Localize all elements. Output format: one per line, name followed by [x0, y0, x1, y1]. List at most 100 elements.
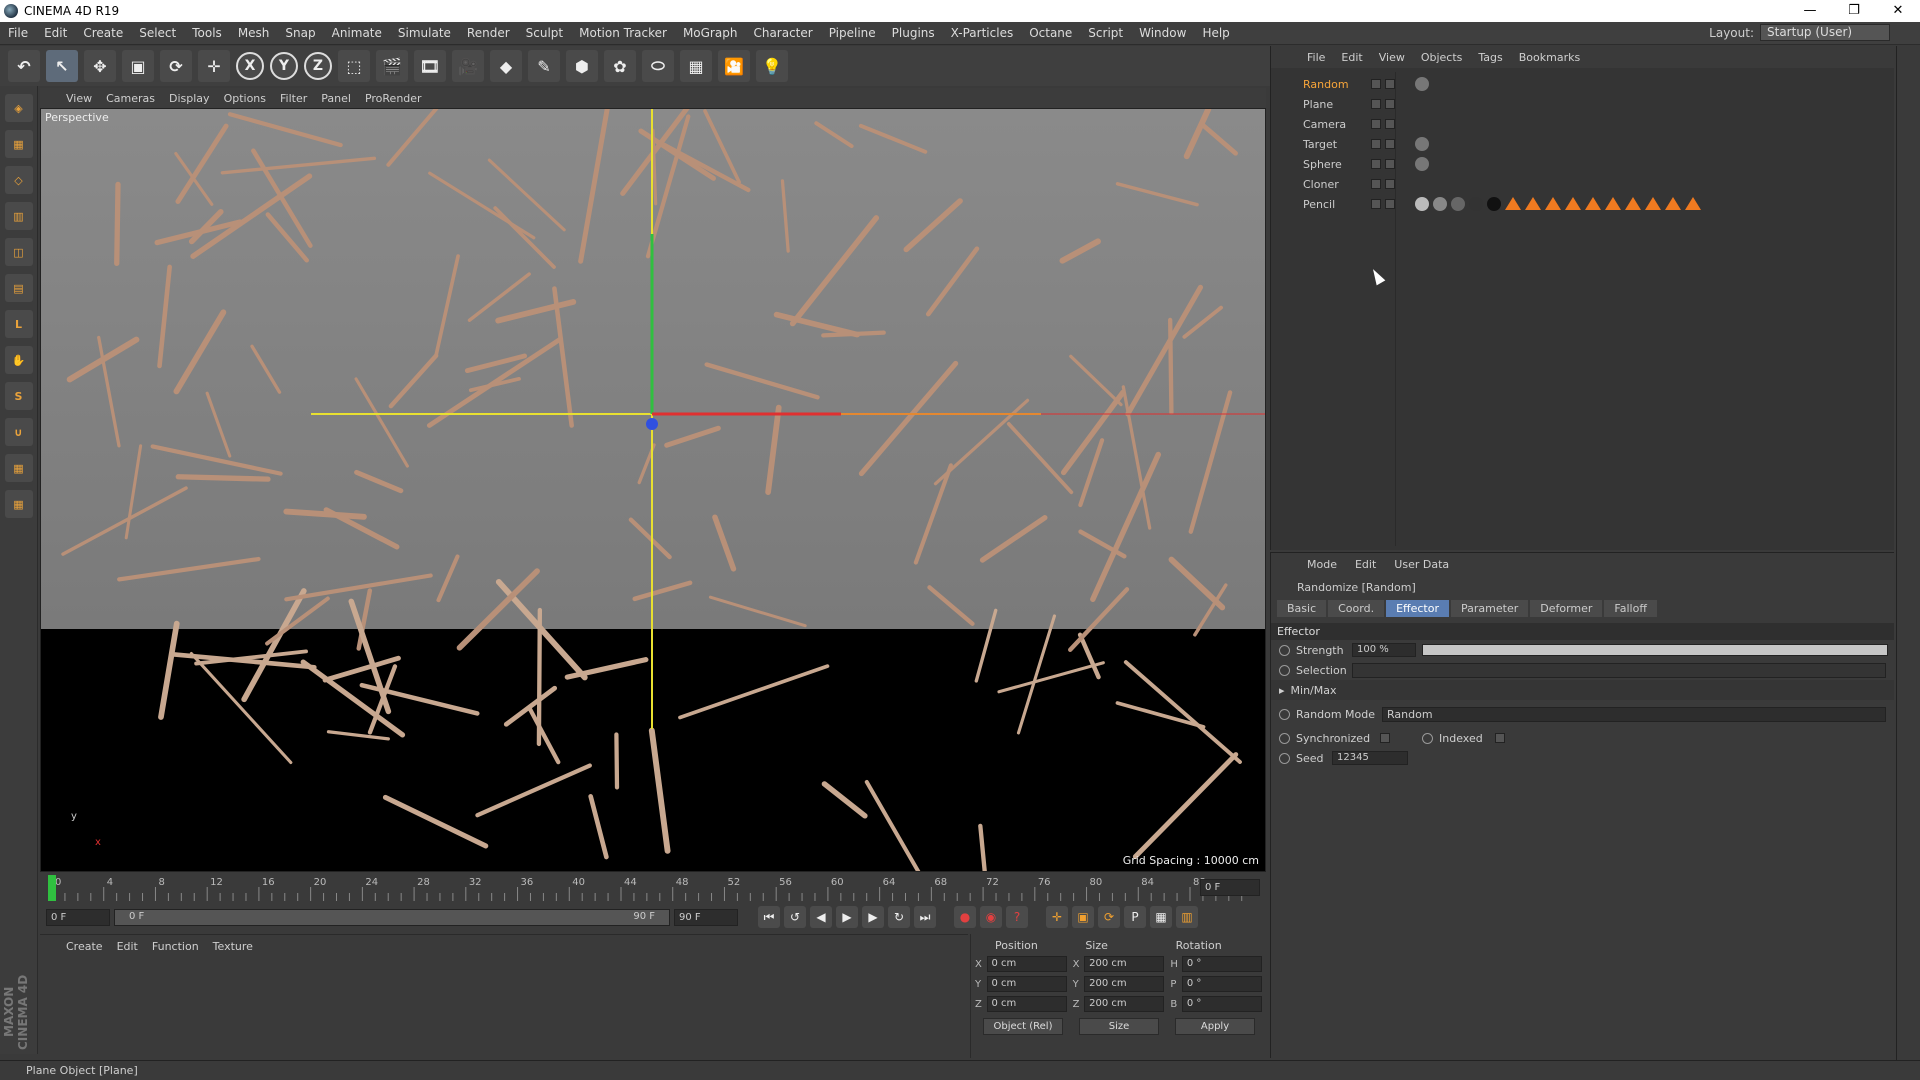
menu-motion-tracker[interactable]: Motion Tracker [571, 26, 675, 40]
object-name[interactable]: Plane [1275, 98, 1371, 111]
editor-visibility-icon[interactable] [1371, 79, 1381, 89]
rotation-field[interactable]: 0 ° [1181, 956, 1262, 972]
z-axis-lock-icon[interactable]: Z [304, 52, 332, 80]
solo-icon[interactable]: ▦ [4, 490, 33, 518]
attribute-menu-mode[interactable]: Mode [1307, 558, 1337, 571]
menu-snap[interactable]: Snap [277, 26, 323, 40]
position-field[interactable]: 0 cm [986, 996, 1067, 1012]
edges-mode-icon[interactable]: ◫ [4, 238, 33, 266]
object-row-sphere[interactable]: Sphere [1275, 154, 1875, 174]
z-axis-handle[interactable] [646, 418, 658, 430]
object-menu-file[interactable]: File [1307, 51, 1325, 64]
menu-help[interactable]: Help [1194, 26, 1237, 40]
close-button[interactable]: ✕ [1876, 0, 1920, 22]
viewport[interactable]: yx Perspective Grid Spacing : 10000 cm [40, 108, 1266, 872]
tweak-icon[interactable]: ✋ [4, 346, 33, 374]
floor-icon[interactable]: ▦ [680, 50, 712, 82]
selection-tag-icon[interactable] [1625, 197, 1641, 210]
menu-create[interactable]: Create [75, 26, 131, 40]
render-visibility-icon[interactable] [1385, 199, 1395, 209]
object-row-camera[interactable]: Camera [1275, 114, 1875, 134]
seed-animate-icon[interactable] [1279, 752, 1290, 764]
select-icon[interactable]: ↖ [46, 50, 78, 82]
random-mode-animate-icon[interactable] [1279, 708, 1290, 720]
tab-coord[interactable]: Coord. [1328, 600, 1385, 617]
apply-button[interactable]: Apply [1175, 1018, 1255, 1035]
selection-tag-icon[interactable] [1565, 197, 1581, 210]
go-to-start-button[interactable]: ⏮ [758, 906, 780, 928]
keyframe-selection-button[interactable]: ? [1006, 906, 1028, 928]
synchronized-checkbox[interactable] [1380, 733, 1390, 743]
polygons-mode-icon[interactable]: ▤ [4, 274, 33, 302]
menu-select[interactable]: Select [131, 26, 184, 40]
timeline[interactable]: 0 4 8 12 16 20 24 28 32 36 40 44 48 52 56 60 64 68 72 76 80 8… [40, 873, 1266, 903]
menu-plugins[interactable]: Plugins [884, 26, 943, 40]
deformer-icon[interactable]: ⬭ [642, 50, 674, 82]
playhead[interactable] [48, 875, 56, 901]
viewport-menu-filter[interactable]: Filter [280, 92, 307, 105]
timeline-ruler[interactable]: 0 4 8 12 16 20 24 28 32 36 40 44 48 52 56 60 64 68 72 76 80 8… [40, 873, 1266, 903]
object-name[interactable]: Pencil [1275, 198, 1371, 211]
menu-simulate[interactable]: Simulate [390, 26, 459, 40]
menu-octane[interactable]: Octane [1021, 26, 1080, 40]
size-field[interactable]: 200 cm [1084, 956, 1165, 972]
strength-slider[interactable] [1422, 644, 1888, 656]
menu-window[interactable]: Window [1131, 26, 1194, 40]
light-icon[interactable]: 💡 [756, 50, 788, 82]
selection-tag-icon[interactable] [1525, 197, 1541, 210]
menu-edit[interactable]: Edit [36, 26, 75, 40]
start-frame-field[interactable]: 0 F [46, 908, 110, 926]
selection-tag-icon[interactable] [1505, 197, 1521, 210]
object-menu-edit[interactable]: Edit [1341, 51, 1362, 64]
scale-key-button[interactable]: ▣ [1072, 906, 1094, 928]
move-icon[interactable]: ✥ [84, 50, 116, 82]
object-menu-bookmarks[interactable]: Bookmarks [1519, 51, 1580, 64]
object-row-random[interactable]: Random [1275, 74, 1875, 94]
viewport-menu-view[interactable]: View [66, 92, 92, 105]
selection-field[interactable] [1352, 662, 1886, 678]
visibility-flags[interactable] [1371, 79, 1407, 89]
undo-icon[interactable]: ↶ [8, 50, 40, 82]
move-key-button[interactable]: ✛ [1046, 906, 1068, 928]
selection-animate-icon[interactable] [1279, 664, 1290, 676]
cloner-icon[interactable]: ✿ [604, 50, 636, 82]
object-name[interactable]: Sphere [1275, 158, 1371, 171]
position-field[interactable]: 0 cm [986, 976, 1067, 992]
selection-tag-icon[interactable] [1605, 197, 1621, 210]
object-name[interactable]: Random [1275, 78, 1371, 91]
right-panel-tabs[interactable] [1896, 46, 1920, 1060]
viewport-menu-options[interactable]: Options [224, 92, 266, 105]
visibility-flags[interactable] [1371, 139, 1407, 149]
menu-mesh[interactable]: Mesh [230, 26, 278, 40]
render-view-icon[interactable]: 🎬 [376, 50, 408, 82]
selection-tag-icon[interactable] [1685, 197, 1701, 210]
viewport-menu-display[interactable]: Display [169, 92, 210, 105]
scale-icon[interactable]: ▣ [122, 50, 154, 82]
layout-dropdown[interactable]: Startup (User) [1760, 24, 1890, 41]
tag-icon[interactable] [1415, 157, 1429, 171]
pen-icon[interactable]: ✎ [528, 50, 560, 82]
go-to-end-button[interactable]: ⏭ [914, 906, 936, 928]
menu-pipeline[interactable]: Pipeline [821, 26, 884, 40]
visibility-flags[interactable] [1371, 159, 1407, 169]
next-frame-button[interactable]: ▶ [862, 906, 884, 928]
menu-animate[interactable]: Animate [324, 26, 390, 40]
rotation-field[interactable]: 0 ° [1181, 996, 1262, 1012]
object-row-cloner[interactable]: Cloner [1275, 174, 1875, 194]
material-tag-icon[interactable] [1469, 197, 1483, 211]
size-mode-dropdown[interactable]: Size [1079, 1018, 1159, 1035]
material-menu-function[interactable]: Function [152, 940, 199, 953]
visibility-flags[interactable] [1371, 99, 1407, 109]
material-tag-icon[interactable] [1487, 197, 1501, 211]
menu-sculpt[interactable]: Sculpt [518, 26, 571, 40]
maximize-button[interactable]: ❐ [1832, 0, 1876, 22]
cube-icon[interactable]: ◆ [490, 50, 522, 82]
render-picture-viewer-icon[interactable]: 🎞 [414, 50, 446, 82]
editor-visibility-icon[interactable] [1371, 179, 1381, 189]
material-menu-texture[interactable]: Texture [213, 940, 253, 953]
tab-falloff[interactable]: Falloff [1604, 600, 1657, 617]
material-menu-create[interactable]: Create [66, 940, 103, 953]
menu-mograph[interactable]: MoGraph [675, 26, 746, 40]
object-row-plane[interactable]: Plane [1275, 94, 1875, 114]
size-field[interactable]: 200 cm [1084, 976, 1165, 992]
